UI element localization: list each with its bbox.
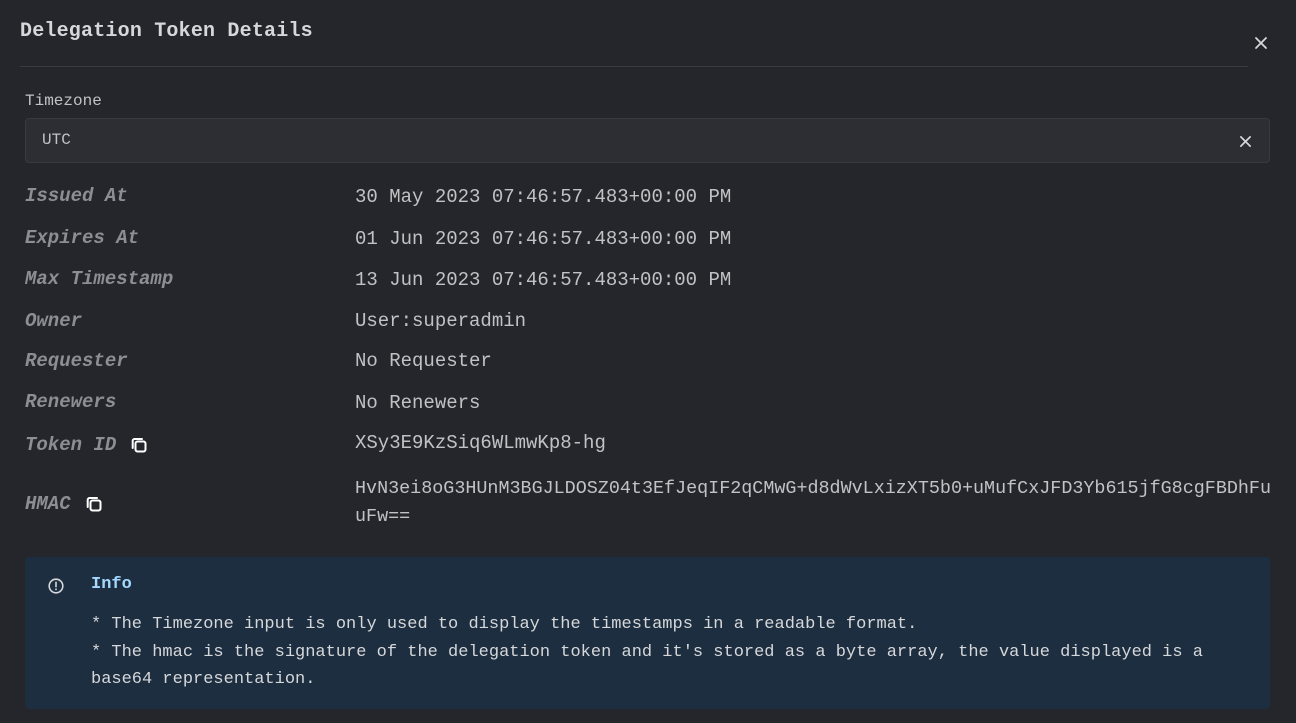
owner-label: Owner (25, 310, 82, 332)
owner-label-text: Owner (25, 310, 83, 332)
max-timestamp-value: 13 Jun 2023 07:46:57.483+00:00 PM (355, 269, 732, 291)
issued-at-label: Issued At (25, 185, 128, 207)
info-line-timezone: * The Timezone input is only used to dis… (91, 615, 918, 634)
close-button[interactable] (1250, 32, 1272, 54)
renewers-value: No Renewers (355, 392, 481, 414)
max-timestamp-label: Max Timestamp (25, 268, 173, 290)
info-line-hmac: * The hmac is the signature of the deleg… (91, 642, 1203, 690)
timezone-label: Timezone (25, 92, 102, 110)
expires-at-value: 01 Jun 2023 07:46:57.483+00:00 PM (355, 228, 732, 250)
copy-token-id-button[interactable] (130, 436, 148, 454)
requester-label-text: Requester (25, 350, 128, 372)
hmac-label-text: HMAC (25, 493, 71, 515)
issued-at-label-text: Issued At (25, 185, 128, 207)
info-title: Info (91, 575, 132, 594)
info-circle-icon (48, 578, 64, 594)
copy-hmac-button[interactable] (85, 495, 103, 513)
renewers-label-text: Renewers (25, 391, 117, 413)
expires-at-label: Expires At (25, 227, 139, 249)
hmac-value: HvN3ei8oG3HUnM3BGJLDOSZ04t3EfJeqIF2qCMwG… (355, 478, 1272, 527)
timezone-select[interactable]: UTC (25, 118, 1270, 163)
token-id-value: XSy3E9KzSiq6WLmwKp8-hg (355, 432, 606, 454)
issued-at-value: 30 May 2023 07:46:57.483+00:00 PM (355, 186, 732, 208)
timezone-clear-button[interactable] (1235, 131, 1255, 151)
token-id-label: Token ID (25, 434, 148, 456)
modal-header: Delegation Token Details (20, 0, 1248, 67)
max-timestamp-label-text: Max Timestamp (25, 268, 174, 290)
close-icon (1255, 37, 1267, 49)
modal-title: Delegation Token Details (20, 20, 313, 43)
renewers-label: Renewers (25, 391, 116, 413)
timezone-value[interactable]: UTC (42, 131, 71, 149)
requester-value: No Requester (355, 350, 492, 372)
copy-icon (131, 438, 147, 453)
requester-label: Requester (25, 350, 128, 372)
info-alert: Info * The Timezone input is only used t… (25, 557, 1270, 709)
copy-icon (86, 497, 102, 512)
owner-value: User:superadmin (355, 310, 527, 332)
delegation-token-modal: Delegation Token Details Timezone UTC Is… (0, 0, 1296, 723)
token-id-label-text: Token ID (25, 434, 117, 456)
expires-at-label-text: Expires At (25, 227, 140, 249)
info-body: * The Timezone input is only used to dis… (91, 611, 1251, 694)
close-icon (1239, 135, 1251, 147)
hmac-label: HMAC (25, 493, 103, 515)
